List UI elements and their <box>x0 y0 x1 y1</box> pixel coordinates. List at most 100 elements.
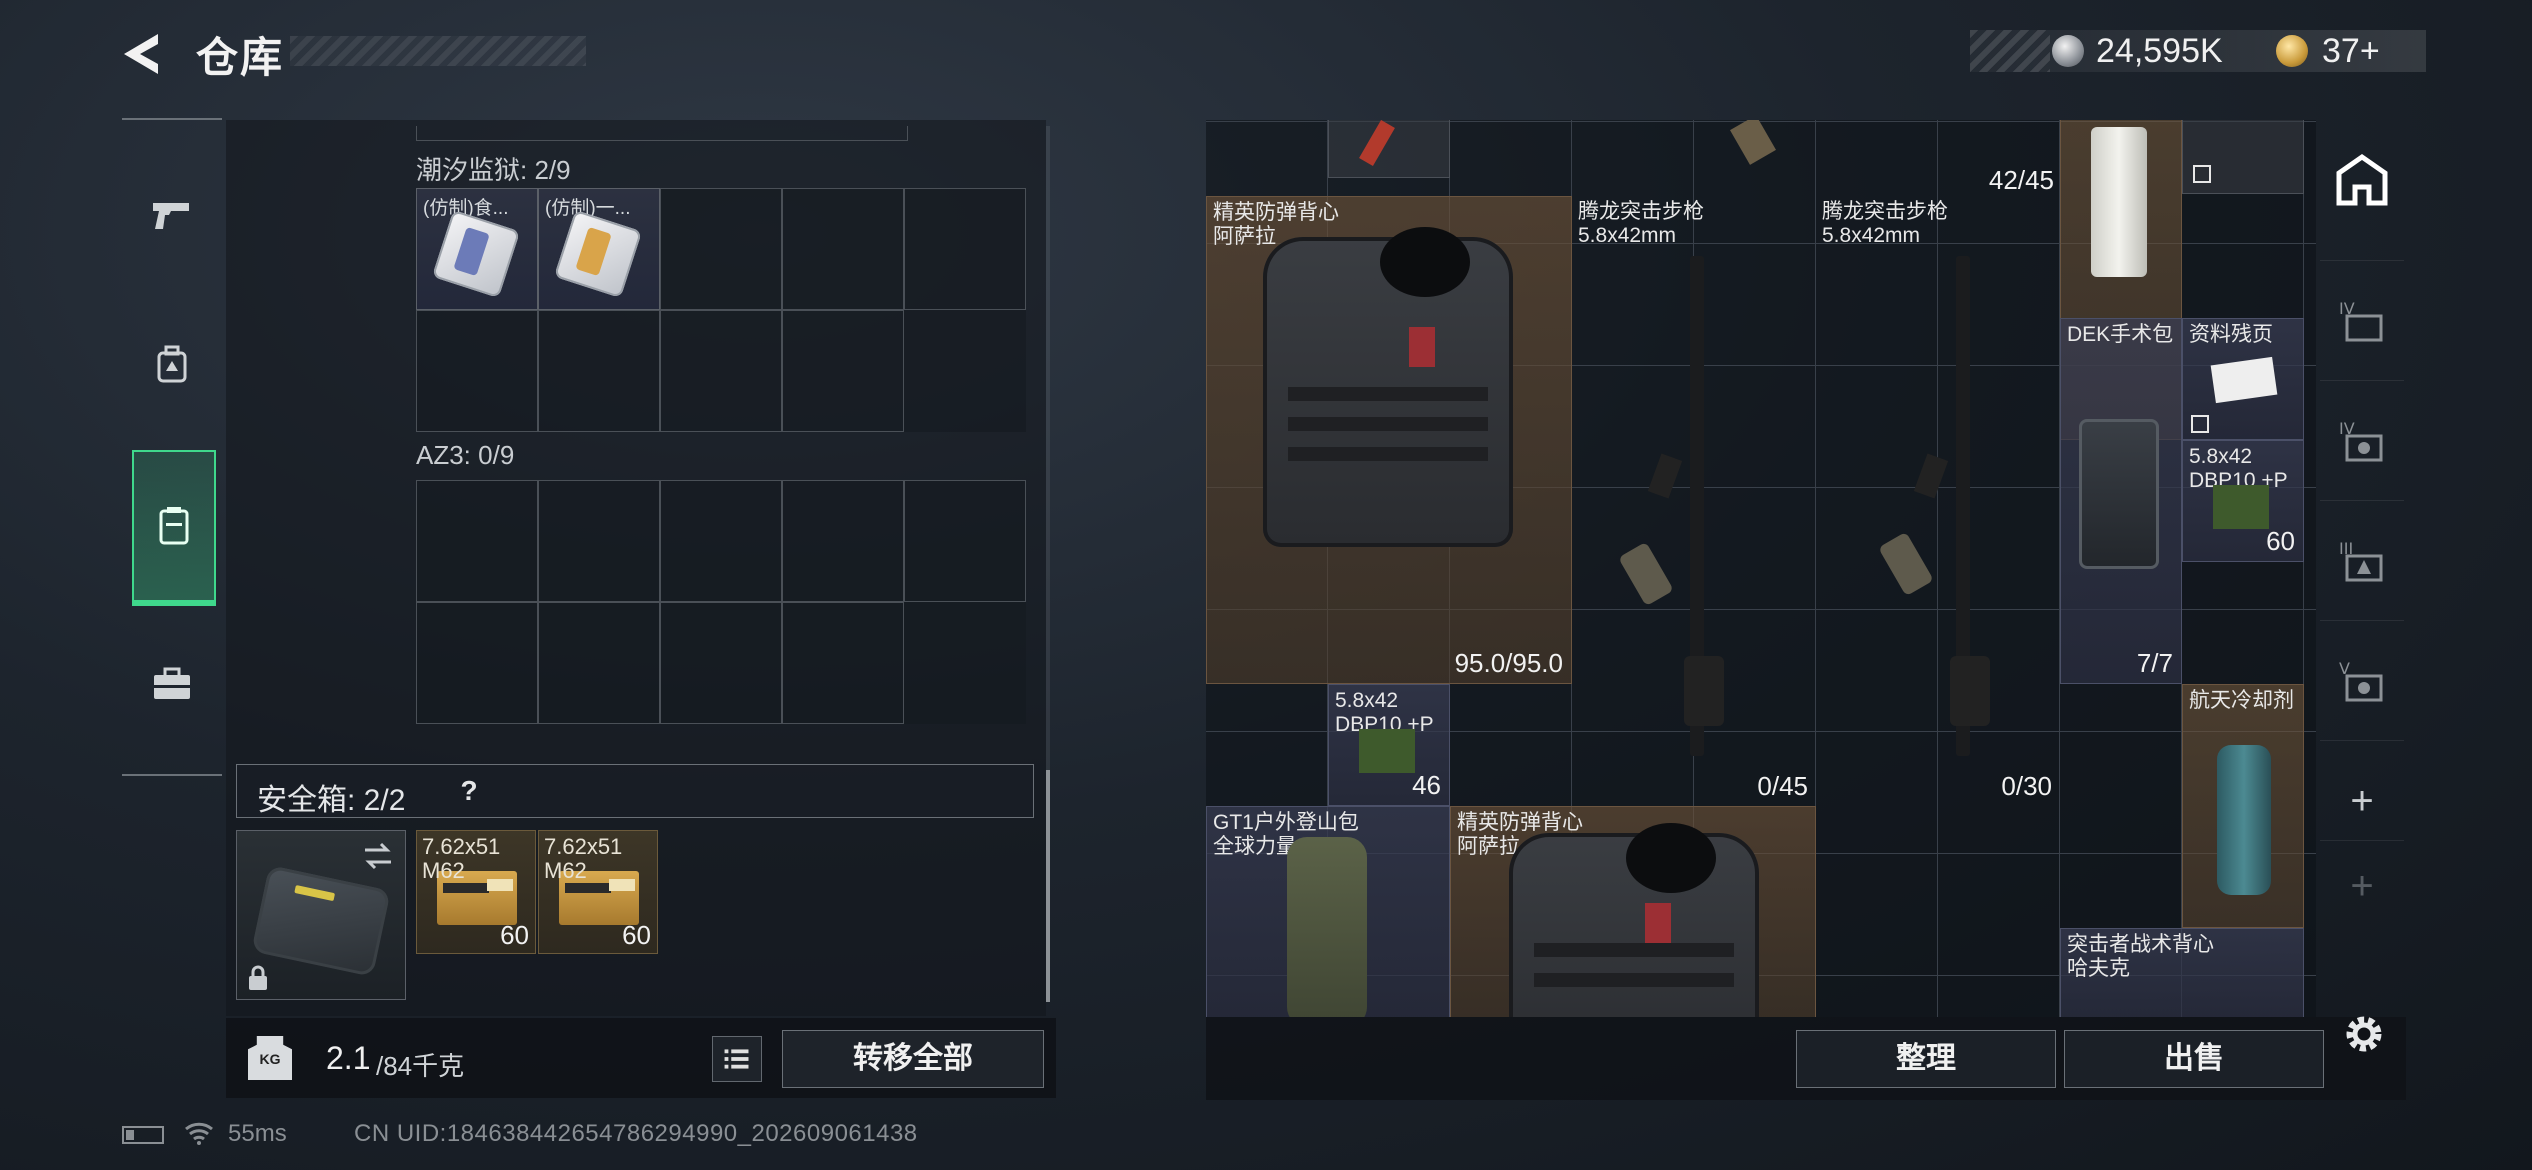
grid-cell[interactable] <box>660 602 782 724</box>
ammo-762-slot-1[interactable]: 7.62x51 M62 60 <box>416 830 536 954</box>
stash-tab-4-a[interactable]: IV <box>2320 260 2404 381</box>
list-icon <box>724 1049 749 1069</box>
gold-amount[interactable]: 37+ <box>2322 32 2380 71</box>
tab-storage[interactable] <box>132 450 216 606</box>
swap-icon[interactable] <box>361 841 395 871</box>
item-keycard-2[interactable]: (仿制)一... <box>538 188 660 310</box>
pistol-icon <box>153 203 189 229</box>
safe-box-header: 安全箱: 2/2 ? <box>236 764 1034 818</box>
grid-cell[interactable] <box>660 310 782 432</box>
grid-cell[interactable] <box>782 480 904 602</box>
item-ammo-58-left[interactable]: 5.8x42 DBP10 +P 46 <box>1328 684 1450 806</box>
keycard-stripe <box>453 226 490 277</box>
grid-cell[interactable] <box>904 480 1026 602</box>
item-assault-rig[interactable]: 突击者战术背心 哈夫克 <box>2060 928 2304 1017</box>
section-label-az3: AZ3: 0/9 <box>416 440 515 470</box>
safe-case-icon <box>251 865 391 977</box>
grid-cell[interactable] <box>904 188 1026 310</box>
ammo-box-icon <box>2213 485 2269 529</box>
keycard-icon <box>553 209 643 299</box>
backpack-icon <box>1287 837 1367 1017</box>
ammo-name: 7.62x51 M62 <box>544 834 623 883</box>
list-view-button[interactable] <box>712 1036 762 1082</box>
item-dek-surgical-kit[interactable]: DEK手术包 7/7 <box>2060 318 2182 684</box>
sort-button[interactable]: 整理 <box>1796 1030 2056 1088</box>
stash-tier5-icon: V <box>2339 659 2383 702</box>
stash-tab-4-b[interactable]: IV <box>2320 380 2404 501</box>
settings-gear-icon[interactable] <box>2340 1010 2388 1058</box>
safe-case-slot[interactable] <box>236 830 406 1000</box>
item-part[interactable] <box>1694 120 1816 180</box>
stash-tab-3[interactable]: III <box>2320 500 2404 621</box>
item-count: 42/45 <box>1988 165 2054 195</box>
stash-home-icon <box>2336 153 2388 206</box>
ammo-count: 60 <box>500 920 529 950</box>
item-unknown-top[interactable] <box>2182 120 2304 194</box>
item-gt1-backpack[interactable]: GT1户外登山包 全球力量 <box>1206 806 1450 1017</box>
item-tenglong-rifle-1[interactable]: 腾龙突击步枪 5.8x42mm 0/45 <box>1572 196 1816 806</box>
sell-button[interactable]: 出售 <box>2064 1030 2324 1088</box>
grid-cell[interactable] <box>660 188 782 310</box>
lock-icon <box>249 965 267 990</box>
page-title: 仓库 <box>196 34 285 81</box>
tab-toolbox[interactable] <box>122 630 222 738</box>
keycard-icon <box>431 209 521 299</box>
rifle-icon <box>1878 256 1990 756</box>
grid-cell[interactable] <box>538 602 660 724</box>
item-keycard-1[interactable]: (仿制)食... <box>416 188 538 310</box>
ammo-count: 60 <box>622 920 651 950</box>
grid-cell[interactable] <box>782 188 904 310</box>
item-name: 突击者战术背心 哈夫克 <box>2067 933 2214 980</box>
stash-tab-all[interactable] <box>2320 120 2404 240</box>
title-decoration <box>290 36 586 66</box>
vest-icon <box>1509 823 1759 1017</box>
item-elite-vest-1[interactable]: 精英防弹背心 阿萨拉 95.0/95.0 <box>1206 196 1572 684</box>
item-injector[interactable] <box>1328 120 1450 178</box>
case-led <box>294 885 336 902</box>
canister-icon <box>2091 127 2147 277</box>
item-name: 资料残页 <box>2189 323 2273 346</box>
item-name: 航天冷却剂 <box>2189 689 2294 712</box>
item-ammo-58-right[interactable]: 5.8x42 DBP10 +P 60 <box>2182 440 2304 562</box>
silver-coin-icon <box>2052 35 2084 67</box>
left-scrollbar-thumb[interactable] <box>1046 770 1050 1002</box>
battery-icon <box>122 1126 164 1144</box>
user-uid: CN UID:1846384426547862949​90_2026090614… <box>354 1120 918 1147</box>
grid-cell[interactable] <box>782 310 904 432</box>
keycard-stripe <box>575 226 612 277</box>
ammo-box-icon <box>1359 729 1415 773</box>
item-tenglong-rifle-2[interactable]: 腾龙突击步枪 5.8x42mm 0/30 <box>1816 196 2060 806</box>
item-aerospace-coolant[interactable]: 航天冷却剂 <box>2182 684 2304 928</box>
item-document-fragment[interactable]: 资料残页 <box>2182 318 2304 440</box>
grid-cell[interactable] <box>416 480 538 602</box>
back-button[interactable] <box>118 28 170 80</box>
weight-bar: KG 2.1 /84千克 转移全部 <box>226 1018 1056 1098</box>
item-name: 腾龙突击步枪 5.8x42mm <box>1578 200 1704 247</box>
stash-tier4-icon: IV <box>2339 419 2383 462</box>
stash-tab-5[interactable]: V <box>2320 620 2404 741</box>
backpack-icon <box>157 345 187 383</box>
item-elite-vest-2[interactable]: 精英防弹背心 阿萨拉 <box>1450 806 1816 1017</box>
ammo-name: 7.62x51 M62 <box>422 834 501 883</box>
transfer-all-button[interactable]: 转移全部 <box>782 1030 1044 1088</box>
category-rail <box>122 118 222 776</box>
grid-cell[interactable] <box>782 602 904 724</box>
item-ammo: 0/30 <box>2001 771 2052 801</box>
ammo-762-slot-2[interactable]: 7.62x51 M62 60 <box>538 830 658 954</box>
grid-remnant <box>416 126 908 141</box>
vest-icon <box>1263 227 1513 547</box>
tab-weapons[interactable] <box>122 160 222 268</box>
item-top-stack[interactable]: 42/45 <box>1938 120 2060 196</box>
stash-tab-rail: IV IV III V + + <box>2320 120 2404 1020</box>
container-grid-az3 <box>416 480 1026 724</box>
grid-cell[interactable] <box>416 310 538 432</box>
grid-cell[interactable] <box>538 310 660 432</box>
grid-cell[interactable] <box>660 480 782 602</box>
document-icon <box>2210 356 2278 404</box>
tab-backpack[interactable] <box>122 310 222 418</box>
help-icon[interactable]: ? <box>451 773 487 809</box>
currency-decoration <box>1970 30 2050 72</box>
grid-cell[interactable] <box>538 480 660 602</box>
weight-icon: KG <box>248 1036 292 1080</box>
grid-cell[interactable] <box>416 602 538 724</box>
